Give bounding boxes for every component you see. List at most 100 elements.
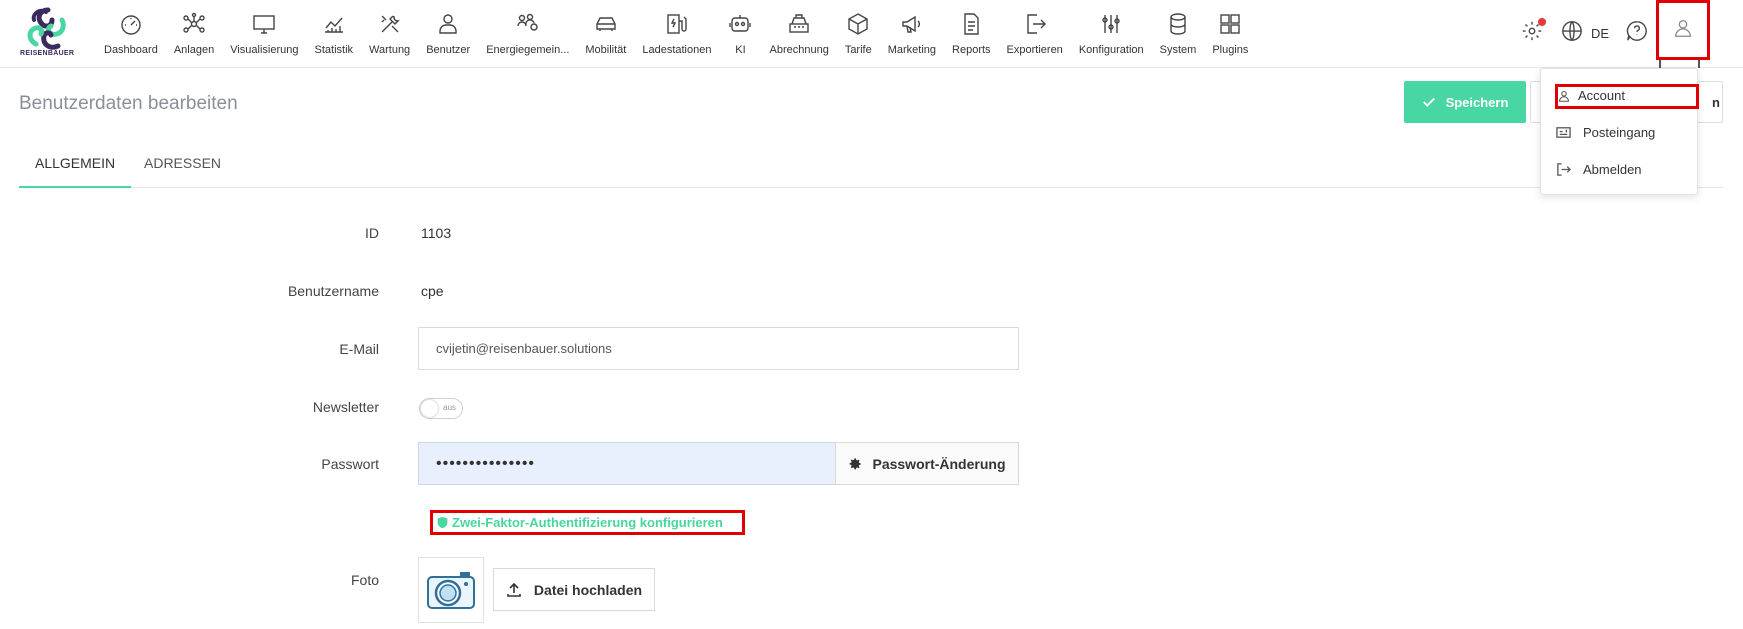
help-icon xyxy=(1626,20,1648,47)
upload-label: Datei hochladen xyxy=(533,581,643,598)
nav-label: Visualisierung xyxy=(230,44,299,56)
top-navbar: REISENBAUER Dashboard Anlagen Visualisie… xyxy=(0,0,1743,68)
language-code: DE xyxy=(1591,26,1610,41)
menu-item-posteingang[interactable]: Posteingang xyxy=(1556,125,1655,140)
nav-item-ki[interactable]: KI xyxy=(727,0,753,68)
settings-button[interactable] xyxy=(1521,18,1546,47)
email-label: E-Mail xyxy=(339,341,379,357)
help-button[interactable] xyxy=(1626,20,1648,47)
nav-item-wartung[interactable]: Wartung xyxy=(369,0,410,68)
camera-icon xyxy=(427,572,475,609)
nav-label: Statistik xyxy=(314,44,354,56)
password-change-label: Passwort-Änderung xyxy=(872,455,1006,472)
user-icon xyxy=(435,11,461,37)
user-icon xyxy=(1558,90,1570,102)
community-icon xyxy=(515,11,541,37)
user-dropdown-menu: Account Posteingang Abmelden xyxy=(1540,68,1699,195)
username-label: Benutzername xyxy=(287,283,379,299)
password-field[interactable]: ••••••••••••••• xyxy=(418,442,836,485)
nav-item-dashboard[interactable]: Dashboard xyxy=(104,0,158,68)
language-switcher[interactable]: DE xyxy=(1561,20,1609,47)
globe-icon xyxy=(1561,20,1583,47)
monitor-icon xyxy=(251,11,277,37)
gear-icon xyxy=(850,457,862,469)
dropdown-connector xyxy=(1659,60,1661,68)
nav-label: Konfiguration xyxy=(1078,44,1144,56)
username-value: cpe xyxy=(421,283,444,299)
notification-dot xyxy=(1538,18,1546,26)
menu-item-abmelden[interactable]: Abmelden xyxy=(1556,162,1642,177)
nav-item-mobilitaet[interactable]: Mobilität xyxy=(585,0,626,68)
save-button-label: Speichern xyxy=(1445,94,1509,110)
newsletter-toggle[interactable]: aus xyxy=(419,398,463,419)
nav-item-benutzer[interactable]: Benutzer xyxy=(426,0,470,68)
toggle-knob xyxy=(421,400,438,417)
upload-file-button[interactable]: Datei hochladen xyxy=(493,568,655,611)
nav-item-visualisierung[interactable]: Visualisierung xyxy=(230,0,299,68)
photo-preview[interactable] xyxy=(418,557,484,623)
nav-label: Reports xyxy=(952,44,991,56)
save-button[interactable]: Speichern xyxy=(1404,81,1526,123)
nav-item-abrechnung[interactable]: Abrechnung xyxy=(769,0,829,68)
nav-label: Abrechnung xyxy=(769,44,829,56)
check-icon xyxy=(1422,97,1435,107)
nav-label: Plugins xyxy=(1212,44,1249,56)
tab-adressen[interactable]: ADRESSEN xyxy=(144,155,221,188)
email-field[interactable]: cvijetin@reisenbauer.solutions xyxy=(418,327,1019,370)
user-icon xyxy=(1672,17,1694,44)
puzzle-icon xyxy=(1217,11,1243,37)
twofa-configure-link[interactable]: Zwei-Faktor-Authentifizierung konfigurie… xyxy=(430,510,745,535)
shield-icon xyxy=(437,516,448,529)
email-value: cvijetin@reisenbauer.solutions xyxy=(436,341,612,356)
menu-item-label: Account xyxy=(1578,88,1625,103)
password-masked-value: ••••••••••••••• xyxy=(436,454,536,472)
nav-label: Ladestationen xyxy=(642,44,712,56)
document-icon xyxy=(958,11,984,37)
gear-icon xyxy=(1521,18,1546,47)
nav-item-konfiguration[interactable]: Konfiguration xyxy=(1079,0,1144,68)
id-value: 1103 xyxy=(421,225,452,241)
password-label: Passwort xyxy=(321,456,379,472)
id-label: ID xyxy=(365,225,379,241)
nav-item-exportieren[interactable]: Exportieren xyxy=(1007,0,1063,68)
nav-item-tarife[interactable]: Tarife xyxy=(845,0,872,68)
nav-item-statistik[interactable]: Statistik xyxy=(314,0,354,68)
nav-item-ladestationen[interactable]: Ladestationen xyxy=(642,0,711,68)
nav-item-anlagen[interactable]: Anlagen xyxy=(174,0,214,68)
charging-station-icon xyxy=(664,11,690,37)
page-title: Benutzerdaten bearbeiten xyxy=(19,93,238,114)
newsletter-label: Newsletter xyxy=(312,399,379,415)
megaphone-icon xyxy=(899,11,925,37)
database-icon xyxy=(1165,11,1191,37)
menu-item-account[interactable]: Account xyxy=(1558,88,1625,103)
menu-item-label: Posteingang xyxy=(1583,125,1656,140)
box-icon xyxy=(845,11,871,37)
nav-label: Mobilität xyxy=(585,44,627,56)
sliders-icon xyxy=(1098,11,1124,37)
user-menu-button[interactable] xyxy=(1656,0,1710,60)
password-change-button[interactable]: Passwort-Änderung xyxy=(835,442,1019,485)
export-icon xyxy=(1022,11,1048,37)
main-nav: Dashboard Anlagen Visualisierung Statist… xyxy=(96,0,1256,68)
nav-item-plugins[interactable]: Plugins xyxy=(1212,0,1248,68)
nav-item-marketing[interactable]: Marketing xyxy=(888,0,936,68)
nav-label: Exportieren xyxy=(1006,44,1063,56)
nav-item-energiegemeinschaft[interactable]: Energiegemein... xyxy=(486,0,569,68)
network-icon xyxy=(181,11,207,37)
tab-allgemein[interactable]: ALLGEMEIN xyxy=(19,155,132,188)
toggle-state: aus xyxy=(443,403,456,412)
upload-icon xyxy=(507,582,521,597)
secondary-header-button-label: n xyxy=(1712,94,1720,110)
car-icon xyxy=(593,11,619,37)
brand-name: REISENBAUER xyxy=(20,50,75,57)
tools-icon xyxy=(377,11,403,37)
nav-item-reports[interactable]: Reports xyxy=(952,0,991,68)
nav-item-system[interactable]: System xyxy=(1160,0,1196,68)
nav-label: Wartung xyxy=(369,44,411,56)
nav-label: Marketing xyxy=(887,44,937,56)
gauge-icon xyxy=(118,11,144,37)
nav-label: Benutzer xyxy=(426,44,471,56)
photo-label: Foto xyxy=(350,572,379,588)
nav-label: Tarife xyxy=(844,44,872,56)
cash-register-icon xyxy=(786,11,812,37)
